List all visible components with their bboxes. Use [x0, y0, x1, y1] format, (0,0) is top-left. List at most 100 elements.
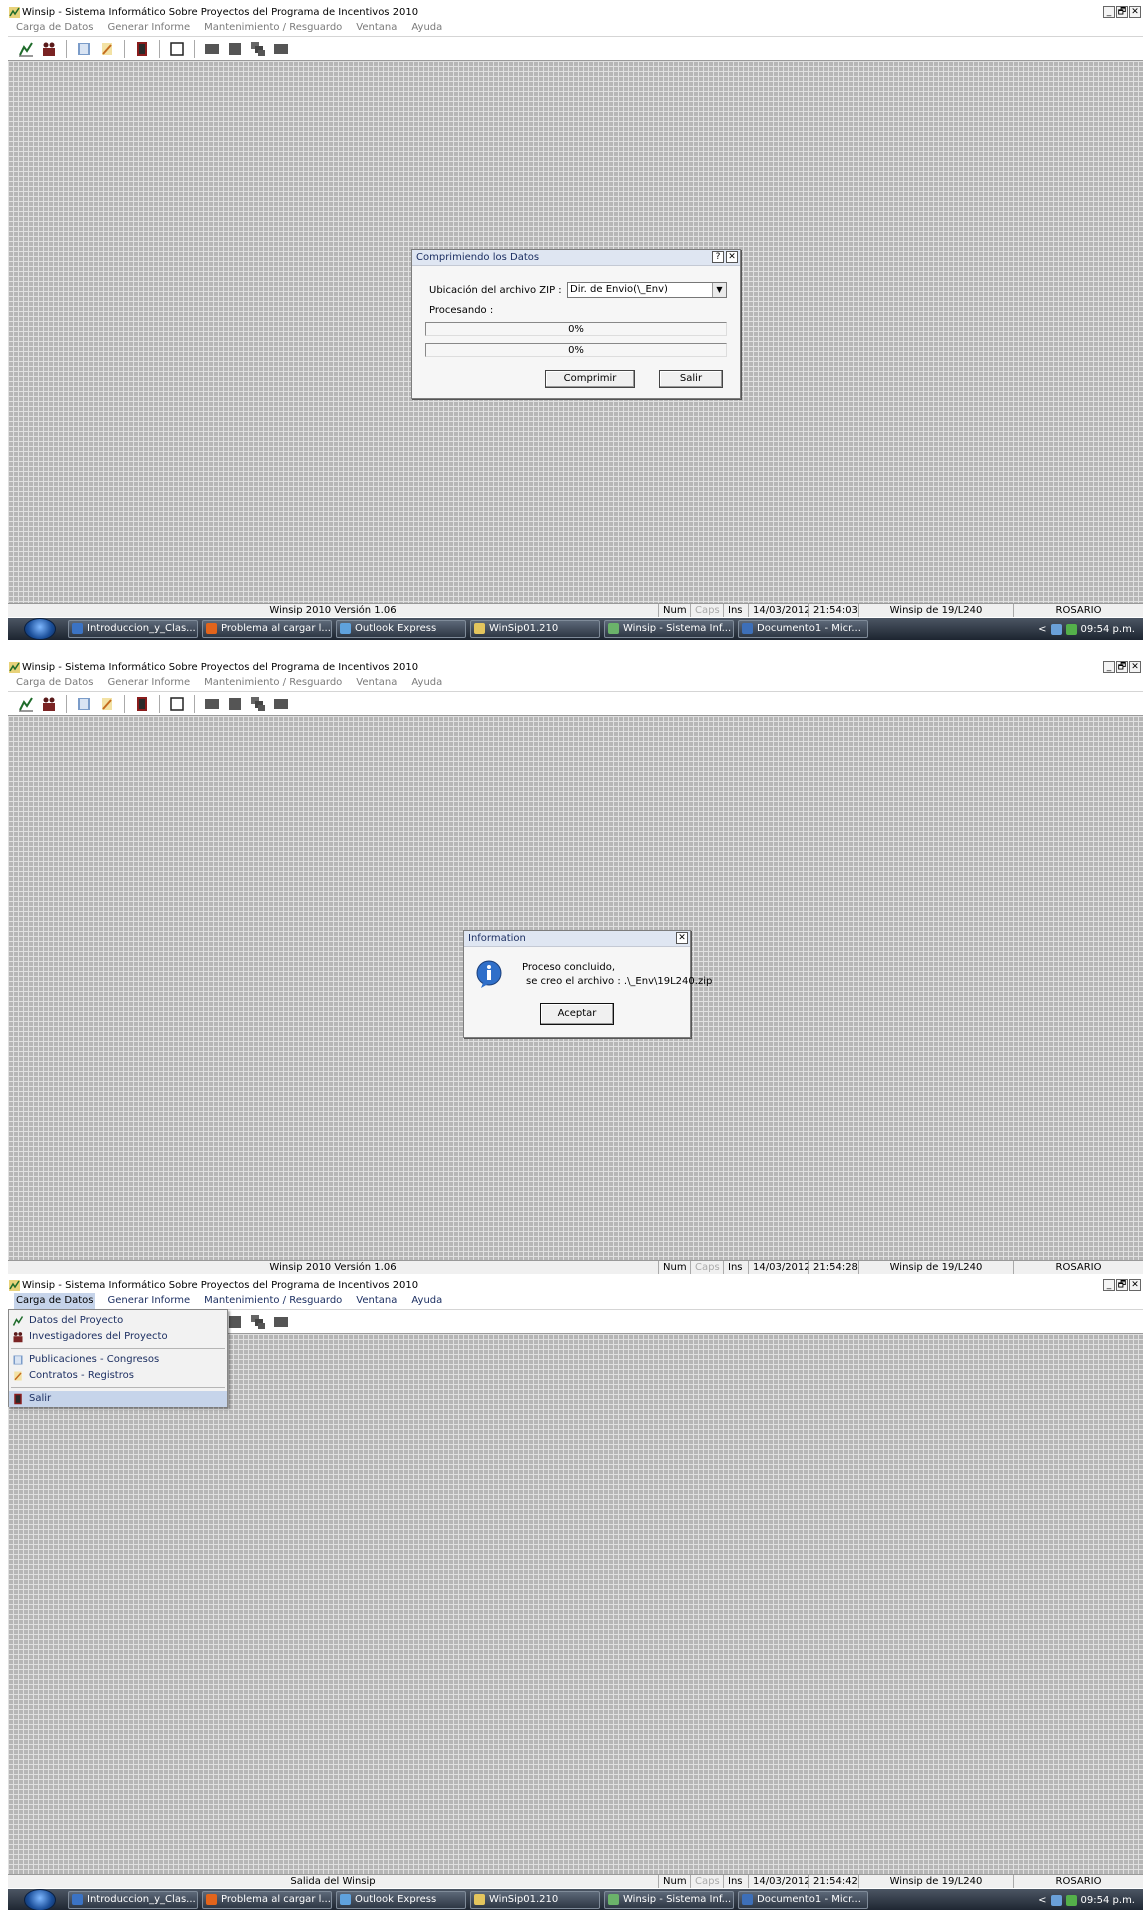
- zip-location-select[interactable]: Dir. de Envio(\_Env) ▼: [567, 282, 727, 298]
- menu-carga-de-datos[interactable]: Carga de Datos: [14, 20, 95, 36]
- clock[interactable]: 09:54 p.m.: [1081, 624, 1135, 635]
- grid-icon[interactable]: [227, 1314, 243, 1330]
- restore-button[interactable]: 🗗: [1116, 661, 1128, 673]
- taskbar-item-4[interactable]: WinSip01.210: [470, 620, 600, 638]
- close-button[interactable]: ✕: [1129, 1279, 1141, 1291]
- menu-ventana[interactable]: Ventana: [354, 20, 399, 36]
- menu-ventana[interactable]: Ventana: [354, 1293, 399, 1309]
- taskbar-item-6[interactable]: Documento1 - Micr...: [738, 1891, 868, 1909]
- compress-button[interactable]: Comprimir: [545, 370, 635, 388]
- cascade-icon[interactable]: [250, 1314, 266, 1330]
- menu-separator: [11, 1387, 225, 1388]
- dialog-controls: ? ✕: [712, 251, 738, 263]
- menu-carga-de-datos[interactable]: Carga de Datos: [14, 675, 95, 691]
- restore-button[interactable]: 🗗: [1116, 6, 1128, 18]
- pencil-icon[interactable]: [99, 696, 115, 712]
- menu-generar-informe[interactable]: Generar Informe: [105, 1293, 192, 1309]
- menu-item-contratos[interactable]: Contratos - Registros: [9, 1368, 227, 1384]
- close-button[interactable]: ✕: [1129, 6, 1141, 18]
- network-icon[interactable]: [1050, 623, 1062, 635]
- chart-icon[interactable]: [18, 696, 34, 712]
- accept-button[interactable]: Aceptar: [540, 1003, 614, 1025]
- window-icon[interactable]: [169, 696, 185, 712]
- book-icon[interactable]: [76, 696, 92, 712]
- grid-icon[interactable]: [273, 41, 289, 57]
- tray-expand-icon[interactable]: <: [1038, 624, 1046, 635]
- chevron-down-icon[interactable]: ▼: [712, 283, 726, 297]
- close-button[interactable]: ✕: [1129, 661, 1141, 673]
- toolbar-separator: [159, 694, 160, 713]
- cascade-icon[interactable]: [250, 696, 266, 712]
- grid-icon[interactable]: [204, 696, 220, 712]
- info-icon: [476, 960, 502, 988]
- grid-icon[interactable]: [273, 1314, 289, 1330]
- chart-icon[interactable]: [18, 41, 34, 57]
- tray-app-icon[interactable]: [1065, 1894, 1077, 1906]
- window-icon[interactable]: [169, 41, 185, 57]
- menu-ayuda[interactable]: Ayuda: [409, 675, 444, 691]
- menu-item-publicaciones[interactable]: Publicaciones - Congresos: [9, 1352, 227, 1368]
- taskbar-item-5[interactable]: Winsip - Sistema Inf...: [604, 1891, 734, 1909]
- network-icon[interactable]: [1050, 1894, 1062, 1906]
- exit-button[interactable]: Salir: [659, 370, 723, 388]
- menu-item-investigadores[interactable]: Investigadores del Proyecto: [9, 1329, 227, 1345]
- menu-bar: Carga de Datos Generar Informe Mantenimi…: [8, 1293, 1143, 1309]
- taskbar-item-3[interactable]: Outlook Express: [336, 620, 466, 638]
- taskbar-item-4[interactable]: WinSip01.210: [470, 1891, 600, 1909]
- minimize-button[interactable]: _: [1103, 6, 1115, 18]
- menu-generar-informe[interactable]: Generar Informe: [105, 675, 192, 691]
- menu-mantenimiento[interactable]: Mantenimiento / Resguardo: [202, 675, 344, 691]
- tray-app-icon[interactable]: [1065, 623, 1077, 635]
- restore-button[interactable]: 🗗: [1116, 1279, 1128, 1291]
- start-button[interactable]: [24, 1889, 56, 1910]
- dialog-close-button[interactable]: ✕: [676, 932, 688, 944]
- dialog-title: Information: [468, 933, 526, 944]
- taskbar-item-2[interactable]: Problema al cargar l...: [202, 620, 332, 638]
- taskbar-item-2[interactable]: Problema al cargar l...: [202, 1891, 332, 1909]
- window-controls: _ 🗗 ✕: [1103, 661, 1141, 673]
- cascade-icon[interactable]: [250, 41, 266, 57]
- start-button[interactable]: [24, 618, 56, 640]
- window-controls: _ 🗗 ✕: [1103, 6, 1141, 18]
- minimize-button[interactable]: _: [1103, 661, 1115, 673]
- clock[interactable]: 09:54 p.m.: [1081, 1895, 1135, 1906]
- menu-generar-informe[interactable]: Generar Informe: [105, 20, 192, 36]
- door-icon[interactable]: [134, 41, 150, 57]
- grid-icon[interactable]: [227, 696, 243, 712]
- minimize-button[interactable]: _: [1103, 1279, 1115, 1291]
- status-ins: Ins: [723, 1875, 748, 1888]
- help-button[interactable]: ?: [712, 251, 724, 263]
- status-caps: Caps: [690, 604, 723, 617]
- grid-icon[interactable]: [204, 41, 220, 57]
- status-message: Winsip 2010 Versión 1.06: [269, 1262, 397, 1273]
- book-icon[interactable]: [76, 41, 92, 57]
- taskbar-item-1[interactable]: Introduccion_y_Clas...: [68, 1891, 198, 1909]
- pencil-icon[interactable]: [99, 41, 115, 57]
- menu-item-salir[interactable]: Salir: [9, 1391, 227, 1407]
- compress-dialog: Comprimiendo los Datos ? ✕ Ubicación del…: [411, 249, 741, 399]
- menu-ayuda[interactable]: Ayuda: [409, 20, 444, 36]
- people-icon[interactable]: [41, 41, 57, 57]
- dialog-close-button[interactable]: ✕: [726, 251, 738, 263]
- winsip-app-icon: [9, 662, 20, 673]
- status-date: 14/03/2012: [748, 1261, 808, 1274]
- taskbar-item-6[interactable]: Documento1 - Micr...: [738, 620, 868, 638]
- taskbar-item-5[interactable]: Winsip - Sistema Inf...: [604, 620, 734, 638]
- people-icon[interactable]: [41, 696, 57, 712]
- book-icon: [13, 1355, 23, 1365]
- door-icon[interactable]: [134, 696, 150, 712]
- chart-icon: [12, 1316, 24, 1326]
- status-ins: Ins: [723, 1261, 748, 1274]
- tray-expand-icon[interactable]: <: [1038, 1895, 1046, 1906]
- menu-mantenimiento[interactable]: Mantenimiento / Resguardo: [202, 20, 344, 36]
- taskbar-item-3[interactable]: Outlook Express: [336, 1891, 466, 1909]
- toolbar-separator: [124, 694, 125, 713]
- menu-ventana[interactable]: Ventana: [354, 675, 399, 691]
- grid-icon[interactable]: [273, 696, 289, 712]
- taskbar-item-1[interactable]: Introduccion_y_Clas...: [68, 620, 198, 638]
- menu-ayuda[interactable]: Ayuda: [409, 1293, 444, 1309]
- menu-mantenimiento[interactable]: Mantenimiento / Resguardo: [202, 1293, 344, 1309]
- menu-item-datos-del-proyecto[interactable]: Datos del Proyecto: [9, 1313, 227, 1329]
- menu-carga-de-datos[interactable]: Carga de Datos: [14, 1293, 96, 1309]
- grid-icon[interactable]: [227, 41, 243, 57]
